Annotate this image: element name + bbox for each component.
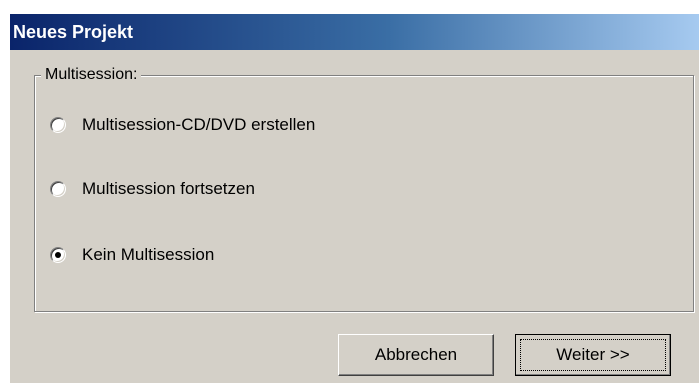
next-button-label: Weiter >> [556, 345, 630, 364]
radio-option-create-multisession[interactable]: Multisession-CD/DVD erstellen [50, 113, 315, 137]
dialog-title-bar: Neues Projekt [10, 14, 699, 50]
radio-label-create-multisession: Multisession-CD/DVD erstellen [82, 115, 316, 134]
radio-option-no-multisession[interactable]: Kein Multisession [50, 243, 214, 267]
dialog-title: Neues Projekt [13, 22, 134, 42]
radio-button-continue-multisession[interactable] [50, 181, 66, 197]
new-project-dialog: Neues Projekt Multisession: Multisession… [10, 14, 699, 383]
cancel-button-label: Abbrechen [374, 345, 458, 364]
radio-label-no-multisession: Kein Multisession [82, 245, 215, 264]
radio-button-no-multisession[interactable] [50, 247, 66, 263]
radio-label-continue-multisession: Multisession fortsetzen [82, 179, 255, 198]
radio-option-continue-multisession[interactable]: Multisession fortsetzen [50, 177, 255, 201]
multisession-group-label: Multisession: [41, 65, 142, 85]
next-button[interactable]: Weiter >> [515, 334, 671, 376]
cancel-button[interactable]: Abbrechen [338, 334, 494, 376]
radio-button-create-multisession[interactable] [50, 117, 66, 133]
